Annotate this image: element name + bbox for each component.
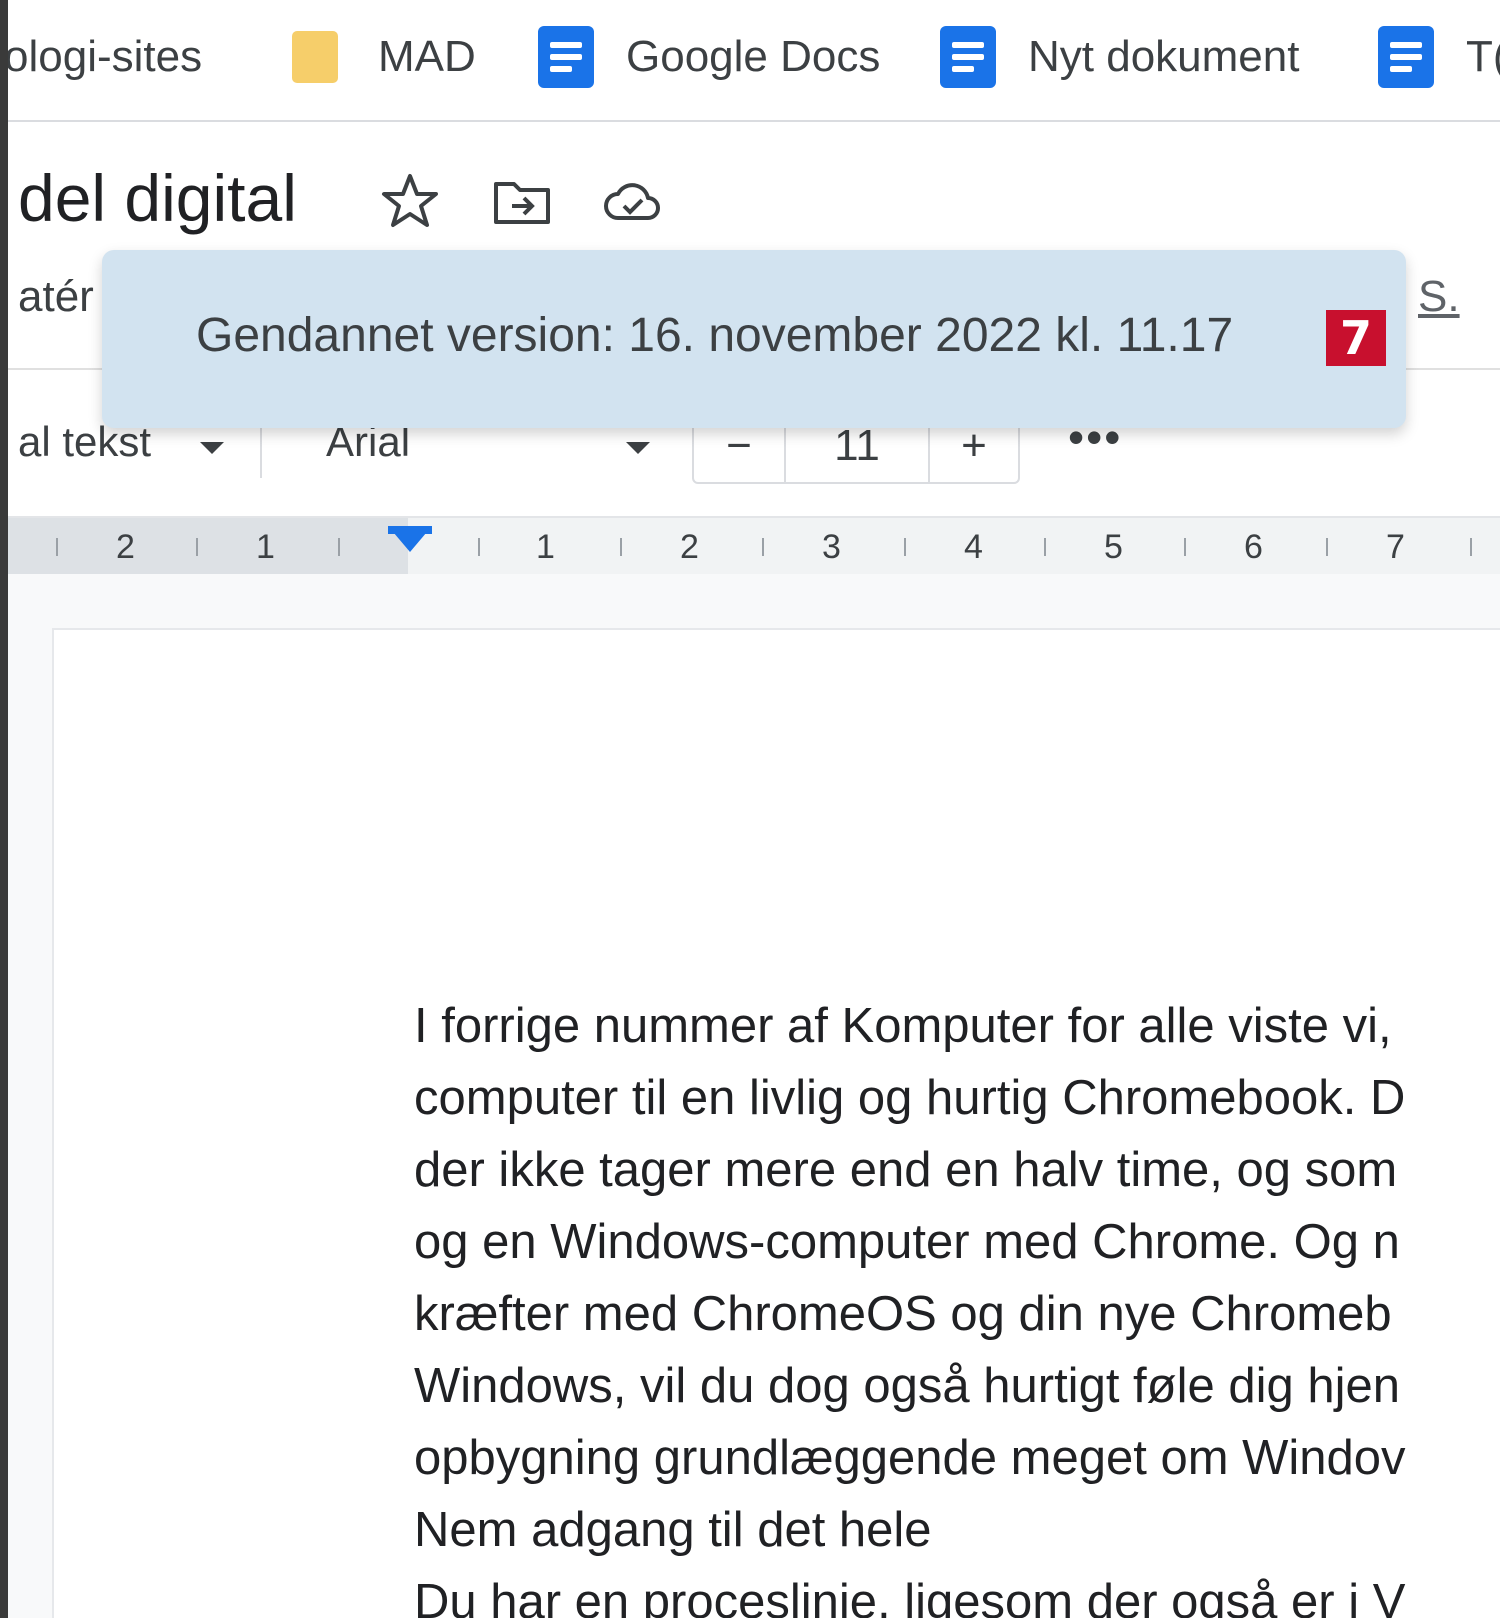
document-body-text[interactable]: I forrige nummer af Komputer for alle vi… <box>414 990 1500 1618</box>
bookmark-label: Nyt dokument <box>1028 32 1300 81</box>
bookmark-item-nyt-dokument[interactable]: Nyt dokument <box>940 22 1299 92</box>
restored-version-toast: Gendannet version: 16. november 2022 kl.… <box>102 250 1406 428</box>
indent-marker-icon[interactable] <box>388 526 432 552</box>
star-icon[interactable] <box>378 170 442 234</box>
text-line: og en Windows-computer med Chrome. Og n <box>414 1215 1400 1269</box>
chevron-down-icon[interactable] <box>200 442 224 454</box>
text-line: computer til en livlig og hurtig Chromeb… <box>414 1071 1406 1125</box>
ruler-label: 5 <box>1104 528 1123 566</box>
bookmark-label: ologi-sites <box>4 32 203 81</box>
cloud-saved-icon[interactable] <box>600 170 664 234</box>
folder-icon <box>292 31 338 83</box>
text-line: kræfter med ChromeOS og din nye Chromeb <box>414 1287 1392 1341</box>
text-line: Nem adgang til det hele <box>414 1503 932 1557</box>
ruler-label: 7 <box>1386 528 1405 566</box>
ruler-label: 4 <box>964 528 983 566</box>
bookmark-item-sites[interactable]: ologi-sites <box>4 22 203 92</box>
document-page[interactable]: I forrige nummer af Komputer for alle vi… <box>54 630 1500 1618</box>
ruler-label: 6 <box>1244 528 1263 566</box>
bookmark-item-mad[interactable]: MAD <box>292 22 476 92</box>
last-edit-link[interactable]: S. <box>1418 272 1460 322</box>
toast-message: Gendannet version: 16. november 2022 kl.… <box>196 309 1234 362</box>
ruler-label: 1 <box>256 528 275 566</box>
bookmarks-bar: ologi-sites MAD Google Docs Nyt dokument… <box>8 0 1500 122</box>
ruler-margin <box>8 518 408 574</box>
bookmark-label: MAD <box>378 32 476 81</box>
ruler-label: 2 <box>116 528 135 566</box>
text-line: I forrige nummer af Komputer for alle vi… <box>414 999 1392 1053</box>
chevron-down-icon[interactable] <box>626 442 650 454</box>
ruler[interactable]: 2 1 1 2 3 4 5 6 7 <box>8 516 1500 576</box>
step-number-badge: 7 <box>1326 310 1386 366</box>
docs-icon <box>538 26 594 88</box>
bookmark-label: T( <box>1466 32 1500 81</box>
bookmark-item-google-docs[interactable]: Google Docs <box>538 22 880 92</box>
docs-icon <box>1378 26 1434 88</box>
app-window: ologi-sites MAD Google Docs Nyt dokument… <box>0 0 1500 1618</box>
bookmark-item-t[interactable]: T( <box>1378 22 1500 92</box>
text-line: der ikke tager mere end en halv time, og… <box>414 1143 1398 1197</box>
text-line: Windows, vil du dog også hurtigt føle di… <box>414 1359 1400 1413</box>
ruler-label: 1 <box>536 528 555 566</box>
document-canvas: I forrige nummer af Komputer for alle vi… <box>8 574 1500 1618</box>
ruler-label: 2 <box>680 528 699 566</box>
document-title[interactable]: del digital <box>18 160 297 236</box>
bookmark-label: Google Docs <box>626 32 881 81</box>
move-to-folder-icon[interactable] <box>490 170 554 234</box>
text-line: Du har en proceslinie, ligesom der også … <box>414 1575 1406 1618</box>
docs-icon <box>940 26 996 88</box>
ruler-label: 3 <box>822 528 841 566</box>
text-line: opbygning grundlæggende meget om Windov <box>414 1431 1406 1485</box>
menu-item-formater[interactable]: atér <box>18 272 94 322</box>
